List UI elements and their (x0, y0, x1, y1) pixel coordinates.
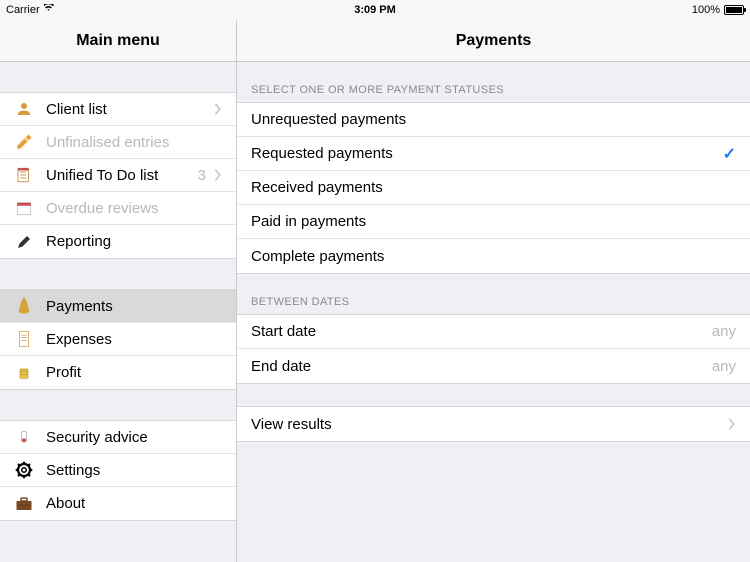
clock: 3:09 PM (354, 4, 396, 16)
shield-icon (14, 427, 34, 447)
start-date-row[interactable]: Start date any (237, 315, 750, 349)
page-title: Payments (237, 20, 750, 62)
sidebar-item-unfinalised: Unfinalised entries (0, 126, 236, 159)
chevron-right-icon (728, 418, 736, 430)
content: Select one or more payment statuses Unre… (237, 62, 750, 562)
checkmark-icon: ✓ (723, 144, 736, 164)
sidebar-group-finance: Payments Expenses Profit (0, 289, 236, 390)
status-paidin[interactable]: Paid in payments (237, 205, 750, 239)
sidebar-item-payments[interactable]: Payments (0, 290, 236, 323)
status-received[interactable]: Received payments (237, 171, 750, 205)
sidebar-item-settings[interactable]: Settings (0, 454, 236, 487)
sidebar-item-label: Profit (46, 364, 222, 381)
status-label: Paid in payments (251, 213, 736, 230)
battery-icon (724, 5, 744, 15)
pencil-icon (14, 132, 34, 152)
sidebar-item-label: Reporting (46, 233, 222, 250)
status-requested[interactable]: Requested payments ✓ (237, 137, 750, 171)
coins-icon (14, 363, 34, 383)
sidebar-item-overdue: Overdue reviews (0, 192, 236, 225)
pen-icon (14, 232, 34, 252)
sidebar-badge: 3 (198, 167, 206, 184)
sidebar-item-label: Security advice (46, 429, 222, 446)
status-unrequested[interactable]: Unrequested payments (237, 103, 750, 137)
sidebar-item-security[interactable]: Security advice (0, 421, 236, 454)
person-icon (14, 99, 34, 119)
calendar-icon (14, 198, 34, 218)
sidebar-item-label: Client list (46, 101, 214, 118)
sidebar-group-misc: Security advice Settings About (0, 420, 236, 521)
row-label: End date (251, 358, 712, 375)
statusbar: Carrier 3:09 PM 100% (0, 0, 750, 20)
sidebar-item-client-list[interactable]: Client list (0, 93, 236, 126)
status-label: Complete payments (251, 248, 736, 265)
sidebar-item-about[interactable]: About (0, 487, 236, 520)
wifi-icon (44, 4, 56, 16)
status-list: Unrequested payments Requested payments … (237, 102, 750, 274)
sidebar-item-expenses[interactable]: Expenses (0, 323, 236, 356)
money-bag-icon (14, 296, 34, 316)
receipt-icon (14, 329, 34, 349)
section-header-statuses: Select one or more payment statuses (237, 62, 750, 102)
section-header-dates: Between dates (237, 274, 750, 314)
sidebar-item-profit[interactable]: Profit (0, 356, 236, 389)
status-complete[interactable]: Complete payments (237, 239, 750, 273)
end-date-row[interactable]: End date any (237, 349, 750, 383)
view-results-button[interactable]: View results (237, 407, 750, 441)
sidebar-item-label: Overdue reviews (46, 200, 222, 217)
chevron-right-icon (214, 103, 222, 115)
sidebar-item-label: About (46, 495, 222, 512)
sidebar-item-todo[interactable]: Unified To Do list 3 (0, 159, 236, 192)
sidebar-item-label: Expenses (46, 331, 222, 348)
briefcase-icon (14, 494, 34, 514)
row-value: any (712, 358, 736, 375)
row-value: any (712, 323, 736, 340)
gear-icon (14, 460, 34, 480)
sidebar-item-label: Payments (46, 298, 222, 315)
date-range: Start date any End date any (237, 314, 750, 384)
sidebar-item-reporting[interactable]: Reporting (0, 225, 236, 258)
carrier-label: Carrier (6, 4, 40, 16)
chevron-right-icon (214, 169, 222, 181)
sidebar-item-label: Unified To Do list (46, 167, 198, 184)
battery-pct: 100% (692, 4, 720, 16)
list-icon (14, 165, 34, 185)
sidebar-title: Main menu (0, 20, 237, 62)
status-label: Requested payments (251, 145, 723, 162)
status-label: Received payments (251, 179, 736, 196)
sidebar-item-label: Settings (46, 462, 222, 479)
row-label: View results (251, 416, 728, 433)
row-label: Start date (251, 323, 712, 340)
status-label: Unrequested payments (251, 111, 736, 128)
sidebar: Client list Unfinalised entries Unified … (0, 62, 237, 562)
sidebar-group-main: Client list Unfinalised entries Unified … (0, 92, 236, 259)
view-results-group: View results (237, 406, 750, 442)
sidebar-item-label: Unfinalised entries (46, 134, 222, 151)
